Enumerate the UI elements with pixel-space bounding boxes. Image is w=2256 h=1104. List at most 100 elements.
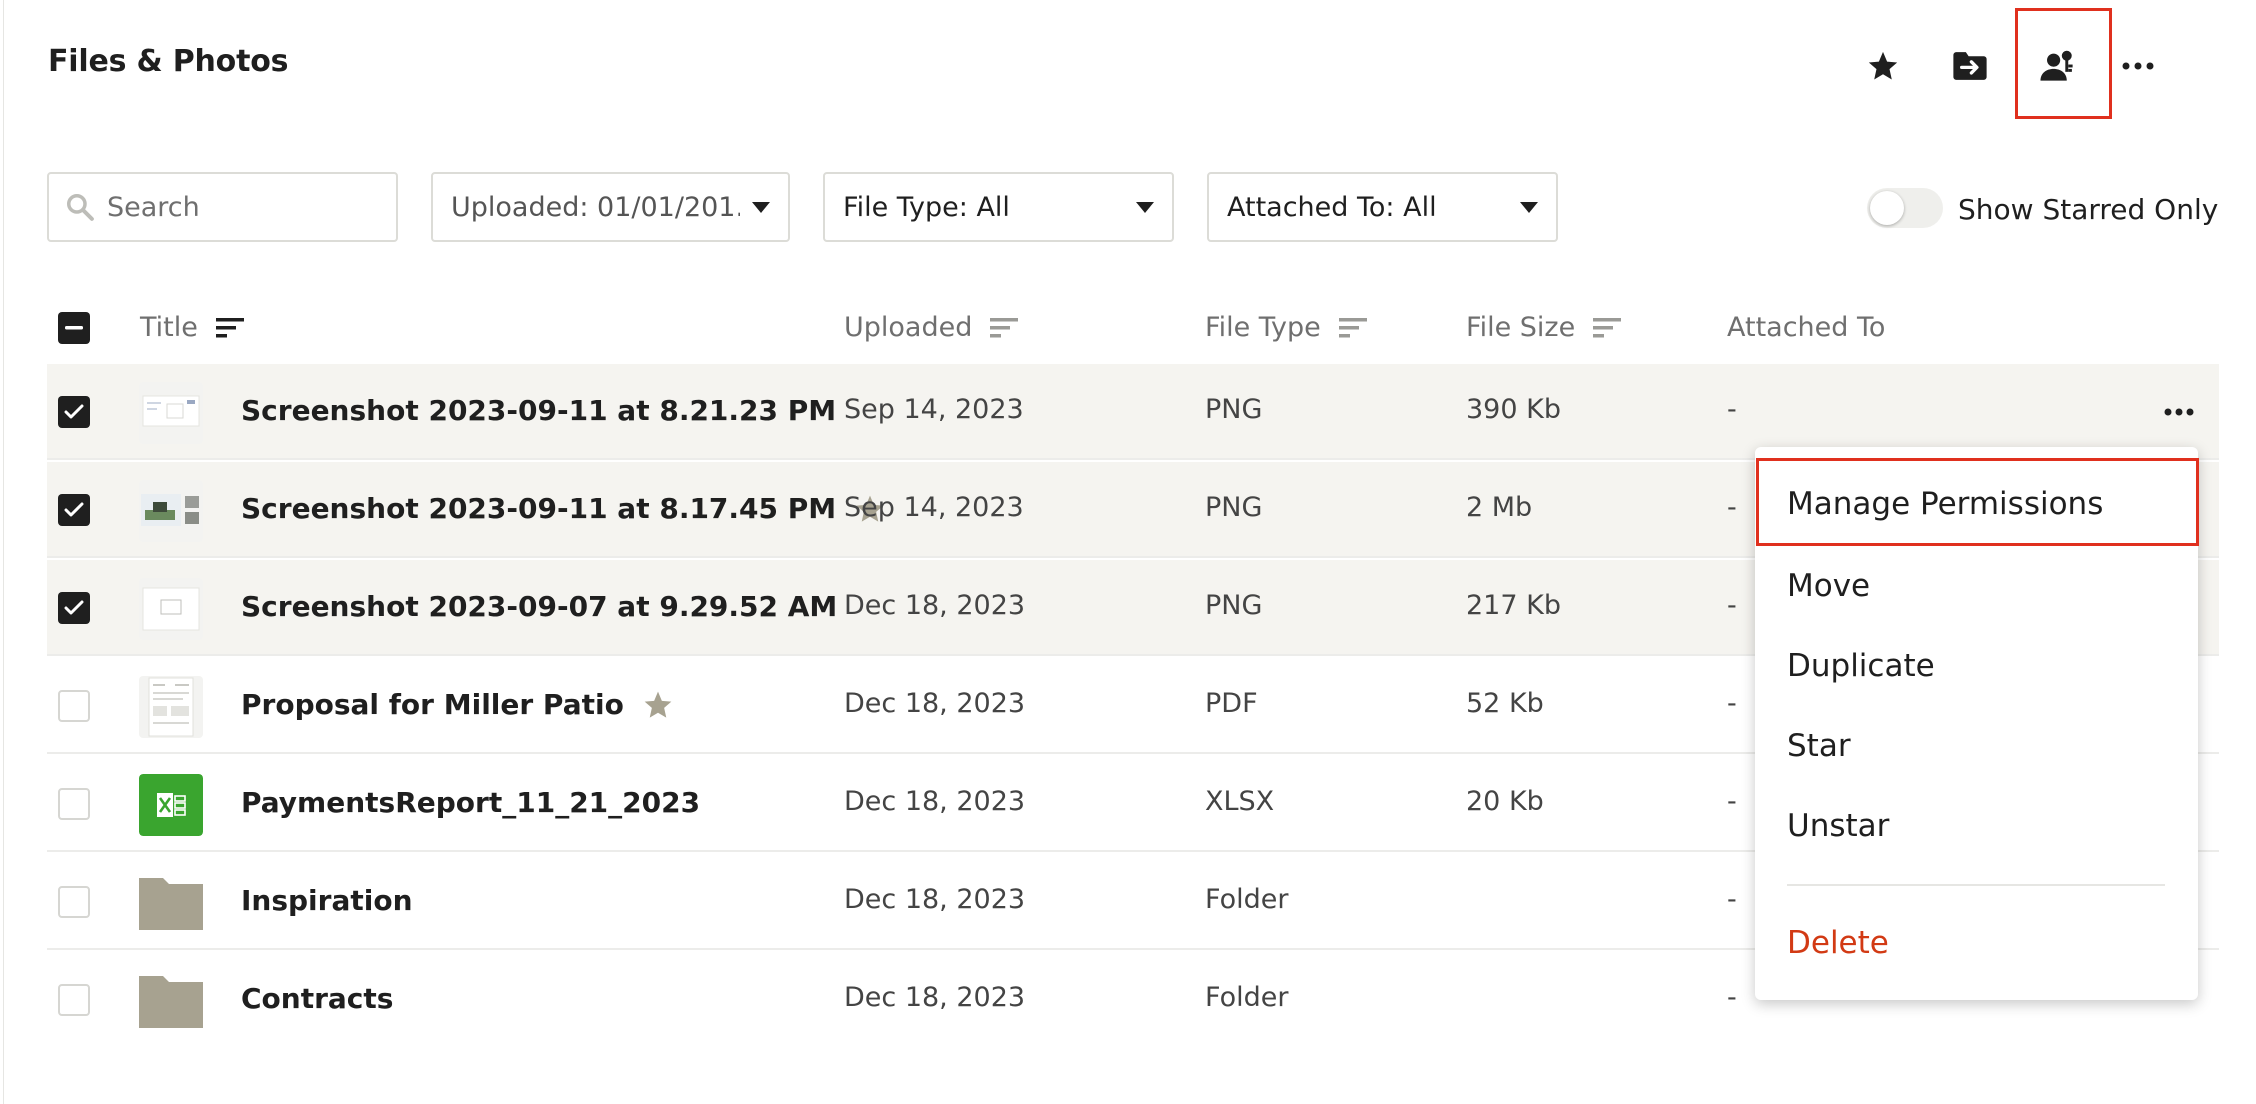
more-options-button[interactable] (2108, 36, 2168, 96)
file-title[interactable]: Screenshot 2023-09-11 at 8.17.45 PM (241, 492, 886, 525)
attached-to: - (1727, 688, 1737, 719)
attached-to-filter-dropdown[interactable]: Attached To: All (1207, 172, 1558, 242)
column-header-label: Attached To (1727, 312, 1886, 343)
file-type: PNG (1205, 492, 1263, 523)
sort-icon (215, 317, 244, 337)
screenshot-thumbnail-icon (139, 578, 203, 640)
toggle-knob (1870, 191, 1904, 225)
column-header-label: File Type (1205, 312, 1321, 343)
file-type-filter-value: File Type: All (843, 191, 1010, 223)
row-checkbox[interactable] (58, 690, 90, 722)
file-type: PDF (1205, 688, 1258, 719)
row-checkbox[interactable] (58, 396, 90, 428)
attached-to: - (1727, 492, 1737, 523)
highlight-box-permissions (2015, 8, 2112, 119)
menu-item-move[interactable]: Move (1787, 568, 1870, 604)
uploaded-date: Dec 18, 2023 (844, 982, 1026, 1013)
file-title-text: Proposal for Miller Patio (241, 688, 624, 721)
file-title[interactable]: Inspiration (241, 884, 413, 917)
more-icon (2164, 408, 2194, 416)
file-title-text: Screenshot 2023-09-11 at 8.17.45 PM (241, 492, 837, 525)
column-header-file-size[interactable]: File Size (1466, 312, 1623, 343)
menu-item-star[interactable]: Star (1787, 728, 1851, 764)
row-checkbox[interactable] (58, 788, 90, 820)
search-box[interactable] (47, 172, 398, 242)
file-type: Folder (1205, 884, 1289, 915)
column-header-uploaded[interactable]: Uploaded (844, 312, 1020, 343)
document-thumbnail-icon (139, 676, 203, 738)
file-title[interactable]: Contracts (241, 982, 393, 1015)
file-thumbnail (139, 480, 203, 542)
row-more-button[interactable] (2157, 392, 2201, 432)
search-icon (67, 194, 94, 221)
sort-icon (1338, 317, 1367, 337)
move-to-folder-icon (1953, 52, 1987, 80)
folder-icon (139, 878, 203, 930)
uploaded-date: Dec 18, 2023 (844, 884, 1026, 915)
menu-item-unstar[interactable]: Unstar (1787, 808, 1889, 844)
file-thumbnail (139, 970, 203, 1032)
file-title[interactable]: Screenshot 2023-09-07 at 9.29.52 AM (241, 590, 837, 623)
select-all-checkbox[interactable] (58, 312, 90, 344)
file-title[interactable]: Screenshot 2023-09-11 at 8.21.23 PM (241, 394, 836, 427)
row-checkbox[interactable] (58, 494, 90, 526)
screenshot-thumbnail-icon (139, 480, 203, 542)
file-type-filter-dropdown[interactable]: File Type: All (823, 172, 1174, 242)
row-checkbox[interactable] (58, 886, 90, 918)
column-header-label: File Size (1466, 312, 1576, 343)
column-header-label: Title (140, 312, 198, 343)
file-thumbnail (139, 382, 203, 444)
more-icon (2122, 62, 2154, 70)
search-input[interactable] (107, 191, 377, 223)
move-to-folder-button[interactable] (1940, 36, 2000, 96)
attached-to: - (1727, 982, 1737, 1013)
chevron-down-icon (1136, 201, 1154, 213)
file-type: PNG (1205, 394, 1263, 425)
uploaded-date: Dec 18, 2023 (844, 786, 1026, 817)
check-icon (64, 600, 84, 615)
sort-icon (990, 317, 1019, 337)
chevron-down-icon (1520, 201, 1538, 213)
uploaded-date: Sep 14, 2023 (844, 492, 1024, 523)
file-title-text: Inspiration (241, 884, 413, 917)
file-title[interactable]: PaymentsReport_11_21_2023 (241, 786, 700, 819)
starred-icon (644, 691, 672, 718)
file-size: 52 Kb (1466, 688, 1544, 719)
sort-icon (1593, 317, 1622, 337)
file-thumbnail (139, 676, 203, 738)
uploaded-filter-dropdown[interactable]: Uploaded: 01/01/201... (431, 172, 790, 242)
show-starred-toggle[interactable] (1867, 188, 1943, 228)
file-thumbnail (139, 872, 203, 934)
column-header-file-type[interactable]: File Type (1205, 312, 1369, 343)
attached-to: - (1727, 786, 1737, 817)
check-icon (64, 502, 84, 517)
show-starred-label: Show Starred Only (1958, 193, 2219, 226)
file-title-text: Screenshot 2023-09-07 at 9.29.52 AM (241, 590, 838, 623)
table-header: Title Uploaded File Type File Size Attac… (47, 300, 2219, 356)
file-type: Folder (1205, 982, 1289, 1013)
folder-icon (139, 976, 203, 1028)
file-title-text: Contracts (241, 982, 394, 1015)
file-type: PNG (1205, 590, 1263, 621)
minus-icon (65, 326, 83, 330)
column-header-title[interactable]: Title (140, 312, 246, 343)
menu-divider (1787, 884, 2165, 886)
file-title[interactable]: Proposal for Miller Patio (241, 688, 674, 721)
menu-item-delete[interactable]: Delete (1787, 925, 1889, 961)
attached-to: - (1727, 884, 1737, 915)
file-size: 20 Kb (1466, 786, 1544, 817)
attached-to: - (1727, 590, 1737, 621)
file-type: XLSX (1205, 786, 1275, 817)
file-title-text: PaymentsReport_11_21_2023 (241, 786, 701, 819)
file-size: 217 Kb (1466, 590, 1561, 621)
page-title: Files & Photos (48, 44, 289, 79)
highlight-box-manage-permissions (1756, 458, 2199, 546)
attached-to: - (1727, 394, 1737, 425)
uploaded-date: Dec 18, 2023 (844, 688, 1026, 719)
star-button[interactable] (1853, 36, 1913, 96)
table-row[interactable]: Screenshot 2023-09-11 at 8.21.23 PM Sep … (47, 364, 2219, 460)
menu-item-duplicate[interactable]: Duplicate (1787, 648, 1935, 684)
attached-to-filter-value: Attached To: All (1227, 191, 1437, 223)
row-checkbox[interactable] (58, 592, 90, 624)
row-checkbox[interactable] (58, 984, 90, 1016)
